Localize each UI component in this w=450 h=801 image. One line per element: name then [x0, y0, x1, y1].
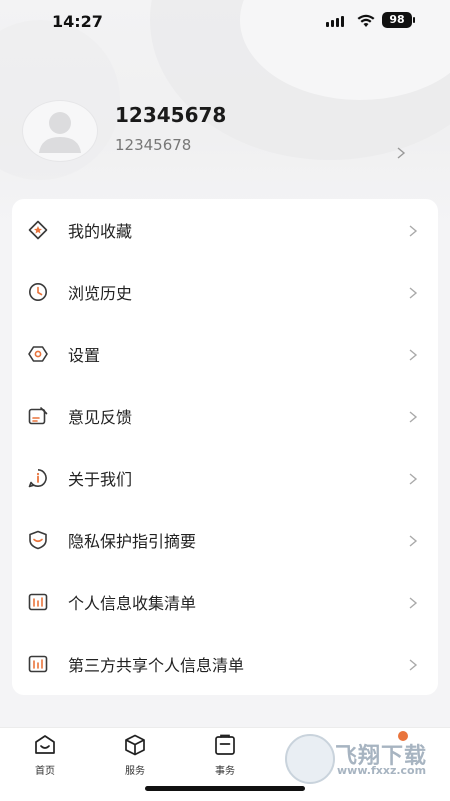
tab-home[interactable]: 首页 — [15, 734, 75, 777]
chart-list-icon — [28, 592, 48, 612]
tab-label: 服务 — [125, 766, 145, 777]
status-bar: 14:27 98 — [0, 0, 450, 44]
battery-icon: 98 — [382, 12, 412, 28]
shield-icon — [28, 530, 48, 550]
menu-item-history[interactable]: 浏览历史 — [12, 261, 438, 323]
chevron-right-icon — [408, 657, 418, 676]
home-icon — [35, 735, 55, 754]
home-indicator — [145, 786, 305, 791]
menu-item-label: 个人信息收集清单 — [68, 594, 197, 613]
chevron-right-icon — [408, 347, 418, 366]
chevron-right-icon — [408, 223, 418, 242]
status-time: 14:27 — [52, 12, 103, 31]
menu-item-about[interactable]: 关于我们 — [12, 447, 438, 509]
tab-label: 事务 — [215, 766, 235, 777]
menu-item-label: 关于我们 — [68, 470, 133, 489]
star-icon — [28, 220, 48, 240]
chevron-right-icon — [408, 471, 418, 490]
signal-icon — [326, 16, 344, 27]
menu-item-label: 意见反馈 — [68, 408, 133, 427]
menu-card: 我的收藏 浏览历史 设置 意见反馈 关于我们 隐私保护指引摘要 个人信息收集清单… — [12, 199, 438, 695]
menu-item-label: 隐私保护指引摘要 — [68, 532, 197, 551]
menu-item-label: 浏览历史 — [68, 284, 133, 303]
wifi-icon — [356, 13, 376, 32]
profile-id: 12345678 — [115, 136, 192, 154]
chevron-right-icon — [408, 533, 418, 552]
tab-label: 首页 — [35, 766, 55, 777]
clipboard-icon — [215, 734, 235, 755]
menu-item-feedback[interactable]: 意见反馈 — [12, 385, 438, 447]
watermark-logo-icon — [285, 734, 335, 784]
tab-affairs[interactable]: 事务 — [195, 734, 255, 777]
menu-item-favorites[interactable]: 我的收藏 — [12, 199, 438, 261]
chevron-right-icon — [408, 409, 418, 428]
gear-icon — [28, 344, 48, 364]
watermark: 飞翔下载 www.fxxz.com — [285, 734, 445, 784]
menu-item-label: 第三方共享个人信息清单 — [68, 656, 245, 675]
tab-services[interactable]: 服务 — [105, 734, 165, 777]
menu-item-settings[interactable]: 设置 — [12, 323, 438, 385]
menu-item-label: 设置 — [68, 346, 101, 365]
user-silhouette-icon — [39, 112, 81, 153]
profile-name[interactable]: 12345678 — [115, 103, 226, 127]
watermark-url: www.fxxz.com — [337, 764, 427, 777]
feedback-icon — [28, 406, 48, 426]
chevron-right-icon — [408, 285, 418, 304]
chart-list-icon — [28, 654, 48, 674]
chevron-right-icon — [408, 595, 418, 614]
menu-item-third-party[interactable]: 第三方共享个人信息清单 — [12, 633, 438, 695]
info-icon — [28, 468, 48, 488]
menu-item-privacy[interactable]: 隐私保护指引摘要 — [12, 509, 438, 571]
chevron-right-icon[interactable] — [396, 145, 406, 164]
battery-tip — [413, 17, 415, 23]
menu-item-info-collection[interactable]: 个人信息收集清单 — [12, 571, 438, 633]
avatar[interactable] — [22, 100, 98, 162]
clock-icon — [28, 282, 48, 302]
menu-item-label: 我的收藏 — [68, 222, 133, 241]
box-icon — [125, 734, 145, 756]
